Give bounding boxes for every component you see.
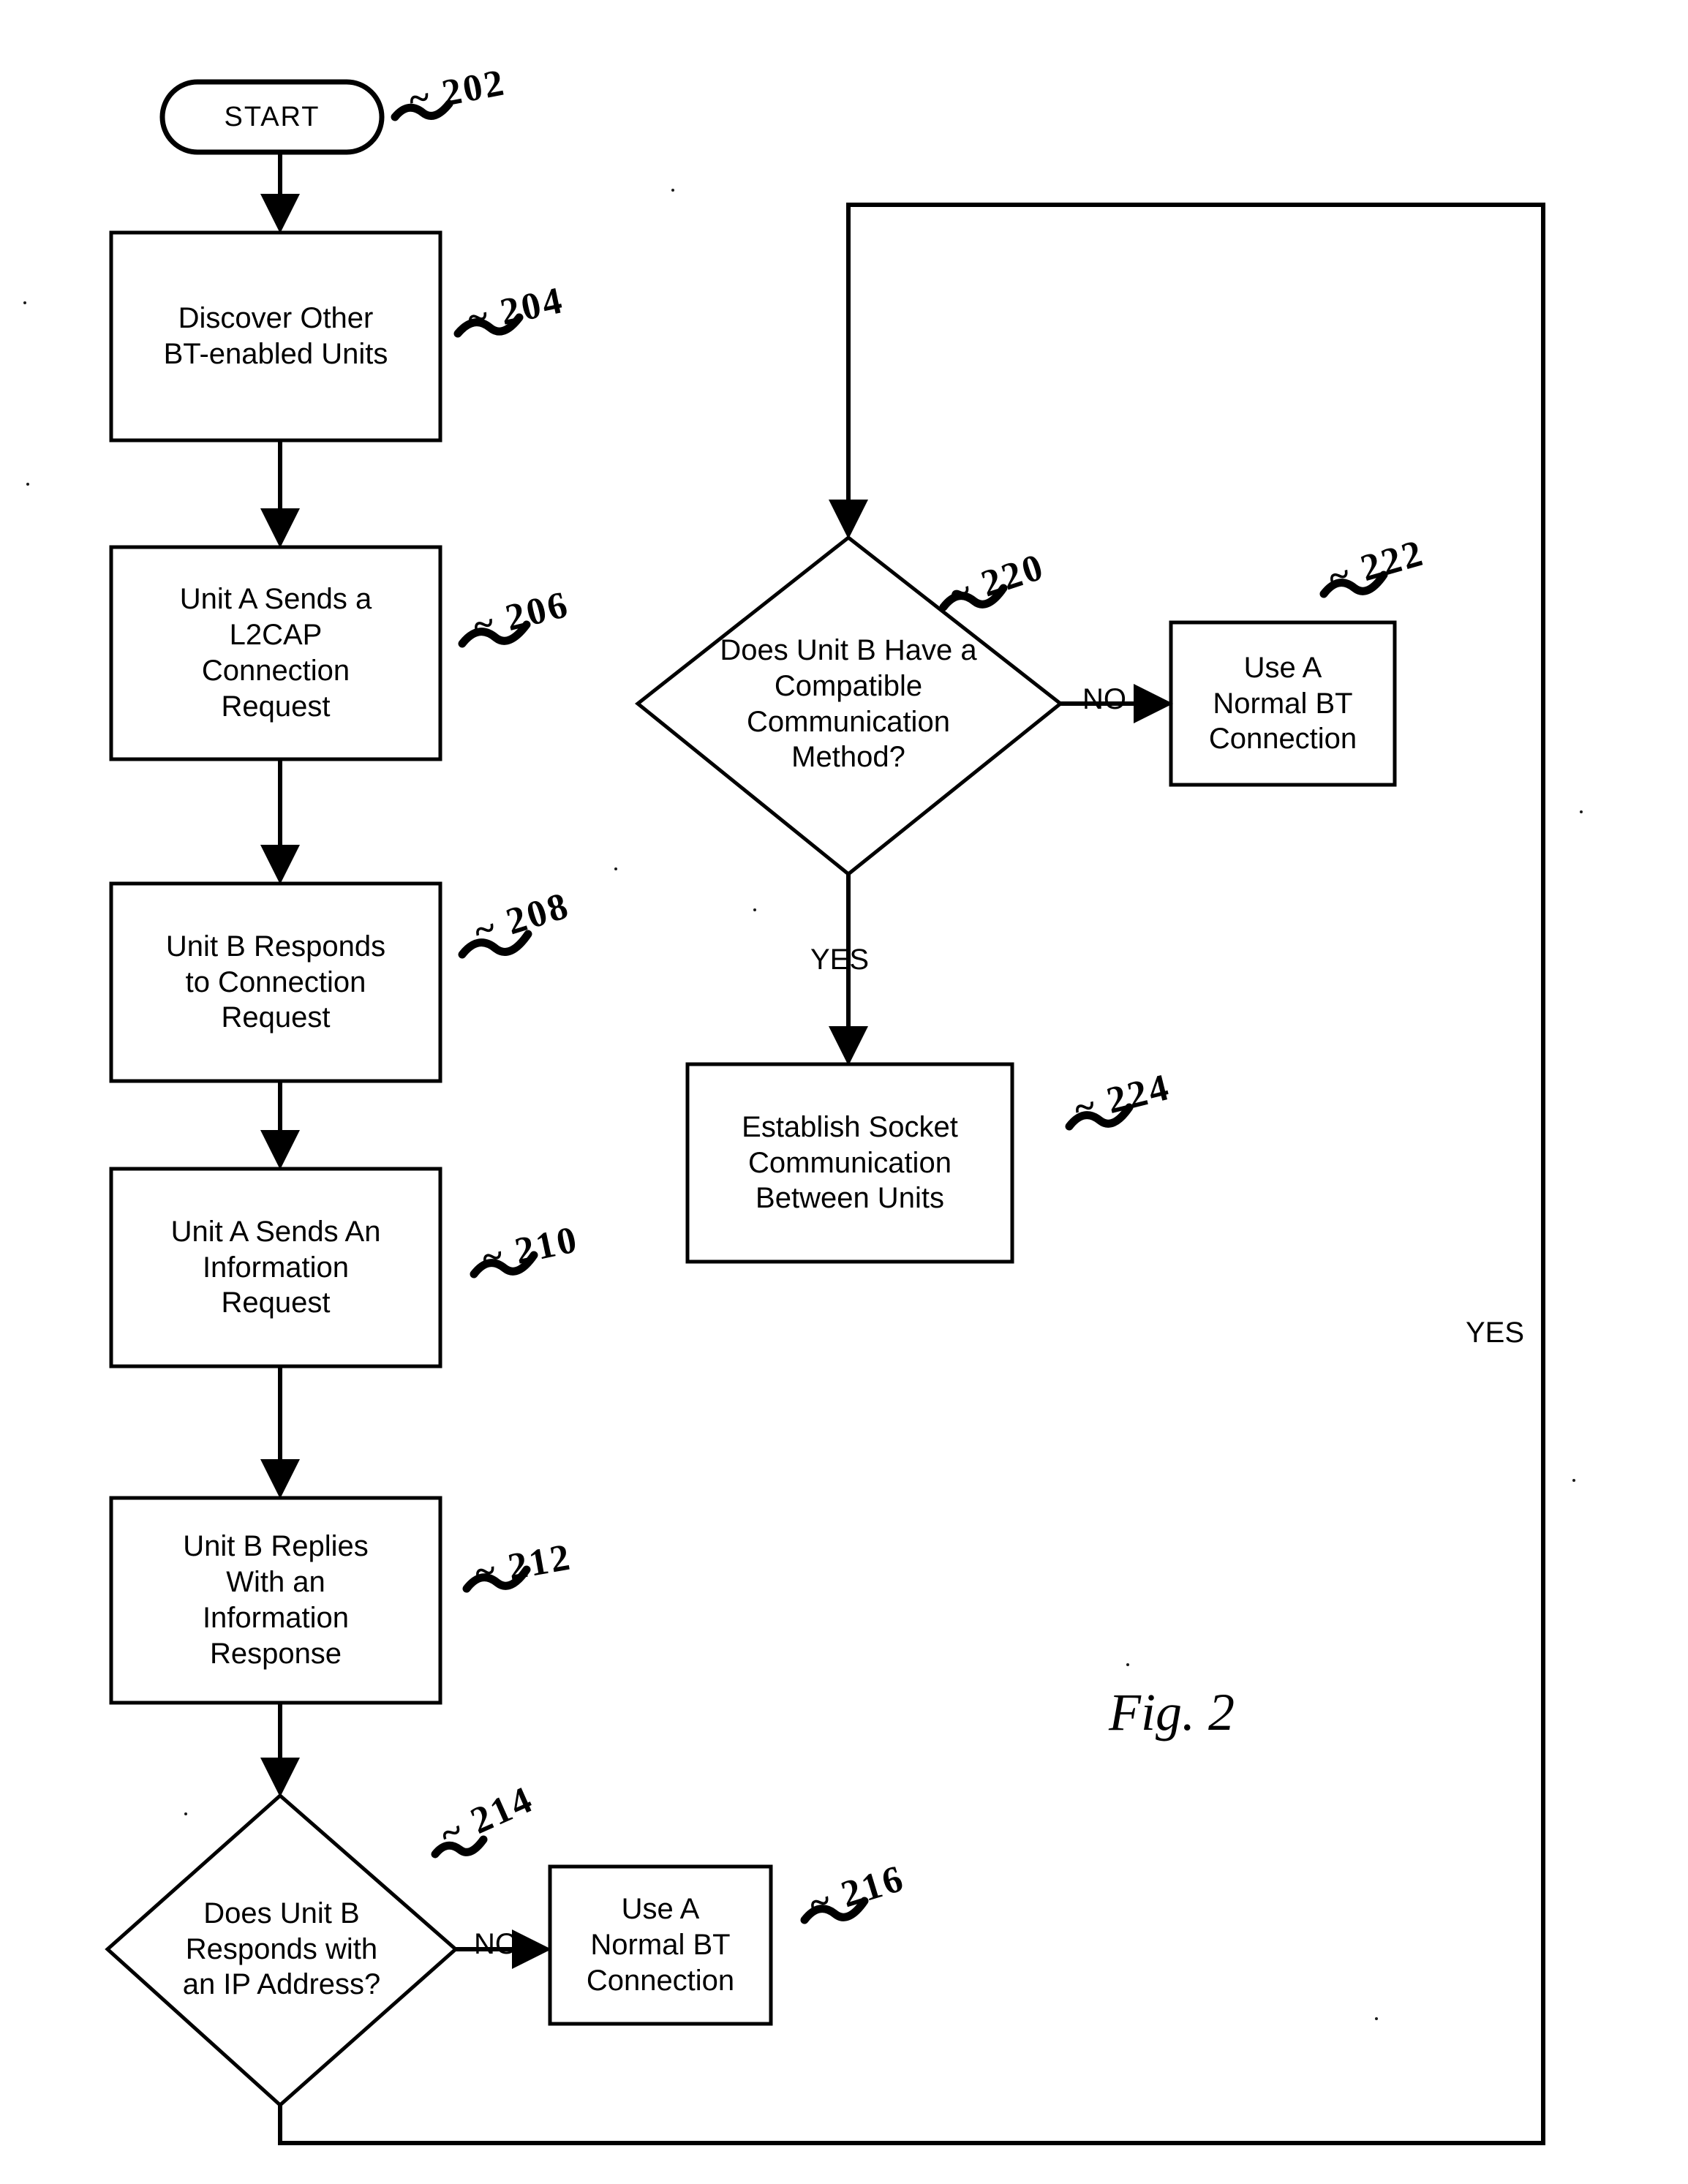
edge-label-compat-yes: YES xyxy=(810,944,870,976)
edge-label-compat-no: NO xyxy=(1082,683,1126,715)
scan-speck xyxy=(23,301,26,304)
scan-speck xyxy=(1580,810,1583,813)
scan-speck xyxy=(1375,2017,1378,2020)
scan-speck xyxy=(614,867,617,870)
node-normal-bt-1-shape xyxy=(548,1864,773,2026)
node-unit-b-responds-shape xyxy=(109,881,442,1083)
figure-caption: Fig. 2 xyxy=(1109,1683,1235,1741)
scan-speck xyxy=(1572,1479,1575,1482)
node-discover-shape xyxy=(109,230,442,443)
flowchart-canvas xyxy=(105,79,1545,2145)
scan-speck xyxy=(26,483,29,486)
scan-speck xyxy=(184,1812,187,1815)
node-start-shape xyxy=(159,79,385,155)
scan-speck xyxy=(671,189,674,192)
node-socket-shape xyxy=(685,1062,1014,1264)
scan-speck xyxy=(753,908,756,911)
edge-label-ip-no: NO xyxy=(474,1928,518,1960)
node-ip-decision-shape xyxy=(105,1793,459,2108)
node-l2cap-request-shape xyxy=(109,545,442,761)
node-normal-bt-2-shape xyxy=(1169,620,1397,787)
figure-page: START Discover Other BT-enabled Units Un… xyxy=(0,0,1688,2184)
node-info-request-shape xyxy=(109,1167,442,1368)
scan-speck xyxy=(1126,1663,1129,1666)
node-info-response-shape xyxy=(109,1496,442,1705)
edge-label-ip-yes: YES xyxy=(1466,1317,1525,1349)
